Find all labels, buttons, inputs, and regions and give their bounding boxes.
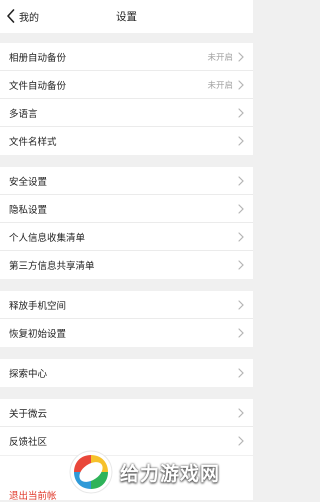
row-status: 未开启 (207, 80, 233, 91)
row-label: 释放手机空间 (9, 300, 67, 312)
setting-row-security[interactable]: 安全设置 (0, 167, 253, 195)
setting-row-free-space[interactable]: 释放手机空间 (0, 291, 253, 319)
header: 我的 设置 (0, 0, 253, 33)
watermark-logo-icon (68, 449, 114, 495)
setting-row-file-backup[interactable]: 文件自动备份 未开启 (0, 71, 253, 99)
row-label: 第三方信息共享清单 (9, 261, 95, 272)
chevron-right-icon (238, 80, 244, 90)
section-backup: 相册自动备份 未开启 文件自动备份 未开启 多语言 文件名样式 (0, 43, 253, 155)
row-label: 相册自动备份 (9, 52, 67, 64)
setting-row-explore-center[interactable]: 探索中心 (0, 359, 253, 387)
setting-row-filename-style[interactable]: 文件名样式 (0, 127, 253, 155)
row-label: 个人信息收集清单 (9, 232, 86, 244)
row-label: 恢复初始设置 (9, 329, 67, 340)
chevron-right-icon (238, 408, 244, 418)
chevron-right-icon (238, 300, 244, 310)
row-label: 安全设置 (9, 176, 48, 188)
chevron-right-icon (238, 136, 244, 146)
row-label: 探索中心 (9, 369, 48, 380)
row-label: 多语言 (9, 108, 38, 120)
setting-row-personal-info-list[interactable]: 个人信息收集清单 (0, 223, 253, 251)
section-explore: 探索中心 (0, 359, 253, 387)
chevron-right-icon (238, 108, 244, 118)
row-label: 文件自动备份 (9, 80, 67, 92)
setting-row-privacy[interactable]: 隐私设置 (0, 195, 253, 223)
row-label: 关于微云 (9, 408, 48, 420)
chevron-right-icon (238, 204, 244, 214)
setting-row-about[interactable]: 关于微云 (0, 399, 253, 427)
chevron-right-icon (238, 176, 244, 186)
setting-row-reset[interactable]: 恢复初始设置 (0, 319, 253, 347)
watermark-text: 给力游戏网 (120, 462, 221, 485)
setting-row-third-party-sharing[interactable]: 第三方信息共享清单 (0, 251, 253, 279)
row-label: 隐私设置 (9, 204, 48, 216)
setting-row-album-backup[interactable]: 相册自动备份 未开启 (0, 43, 253, 71)
chevron-right-icon (238, 232, 244, 242)
chevron-right-icon (238, 52, 244, 62)
section-security: 安全设置 隐私设置 个人信息收集清单 第三方信息共享清单 (0, 167, 253, 279)
row-label: 反馈社区 (9, 437, 48, 448)
chevron-right-icon (238, 368, 244, 378)
section-storage: 释放手机空间 恢复初始设置 (0, 291, 253, 347)
row-status: 未开启 (207, 52, 233, 63)
setting-row-language[interactable]: 多语言 (0, 99, 253, 127)
chevron-right-icon (238, 260, 244, 270)
page-title: 设置 (116, 11, 137, 23)
watermark: 给力游戏网 (68, 444, 253, 500)
chevron-right-icon (238, 328, 244, 338)
row-label: 文件名样式 (9, 137, 57, 148)
